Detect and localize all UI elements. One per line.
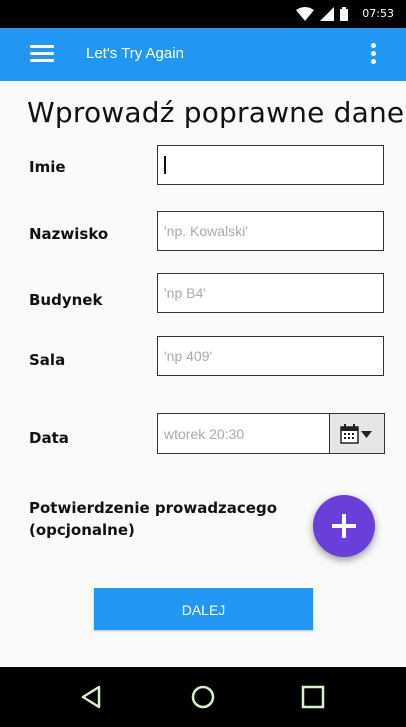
last-name-field[interactable] bbox=[157, 211, 384, 251]
first-name-input[interactable] bbox=[158, 146, 383, 184]
wifi-icon bbox=[296, 7, 314, 21]
page-title: Wprowadź poprawne dane bbox=[27, 96, 405, 129]
room-label: Sala bbox=[29, 351, 66, 369]
date-label: Data bbox=[29, 429, 69, 447]
status-time: 07:53 bbox=[362, 7, 394, 20]
confirmation-label-line1: Potwierdzenie prowadzacego bbox=[29, 499, 278, 517]
room-input[interactable] bbox=[158, 337, 383, 375]
date-picker-button[interactable] bbox=[329, 414, 384, 453]
building-input[interactable] bbox=[158, 274, 383, 312]
last-name-input[interactable] bbox=[158, 212, 383, 250]
battery-icon bbox=[340, 7, 348, 21]
app-bar: Let's Try Again bbox=[0, 28, 406, 81]
recents-square-icon[interactable] bbox=[298, 682, 328, 712]
hamburger-menu-icon[interactable] bbox=[30, 45, 54, 65]
date-input[interactable] bbox=[158, 414, 328, 453]
first-name-field[interactable] bbox=[157, 145, 384, 185]
calendar-dropdown-icon bbox=[340, 424, 372, 444]
text-cursor bbox=[164, 156, 166, 174]
confirmation-label-line2: (opcjonalne) bbox=[29, 521, 135, 539]
home-circle-icon[interactable] bbox=[188, 682, 218, 712]
next-button[interactable]: DALEJ bbox=[94, 588, 313, 630]
building-label: Budynek bbox=[29, 291, 103, 309]
signal-icon bbox=[320, 7, 334, 21]
app-title: Let's Try Again bbox=[86, 45, 184, 62]
add-confirmation-button[interactable] bbox=[313, 495, 375, 557]
building-field[interactable] bbox=[157, 273, 384, 313]
date-field[interactable] bbox=[157, 413, 385, 454]
last-name-label: Nazwisko bbox=[29, 225, 109, 243]
status-bar: 07:53 bbox=[0, 0, 406, 28]
back-triangle-icon[interactable] bbox=[77, 682, 107, 712]
status-icons bbox=[296, 6, 348, 22]
more-vert-icon[interactable] bbox=[370, 43, 376, 67]
navigation-bar bbox=[0, 667, 406, 727]
room-field[interactable] bbox=[157, 336, 384, 376]
confirmation-label: Potwierdzenie prowadzacego (opcjonalne) bbox=[29, 497, 277, 541]
first-name-label: Imie bbox=[29, 158, 66, 176]
